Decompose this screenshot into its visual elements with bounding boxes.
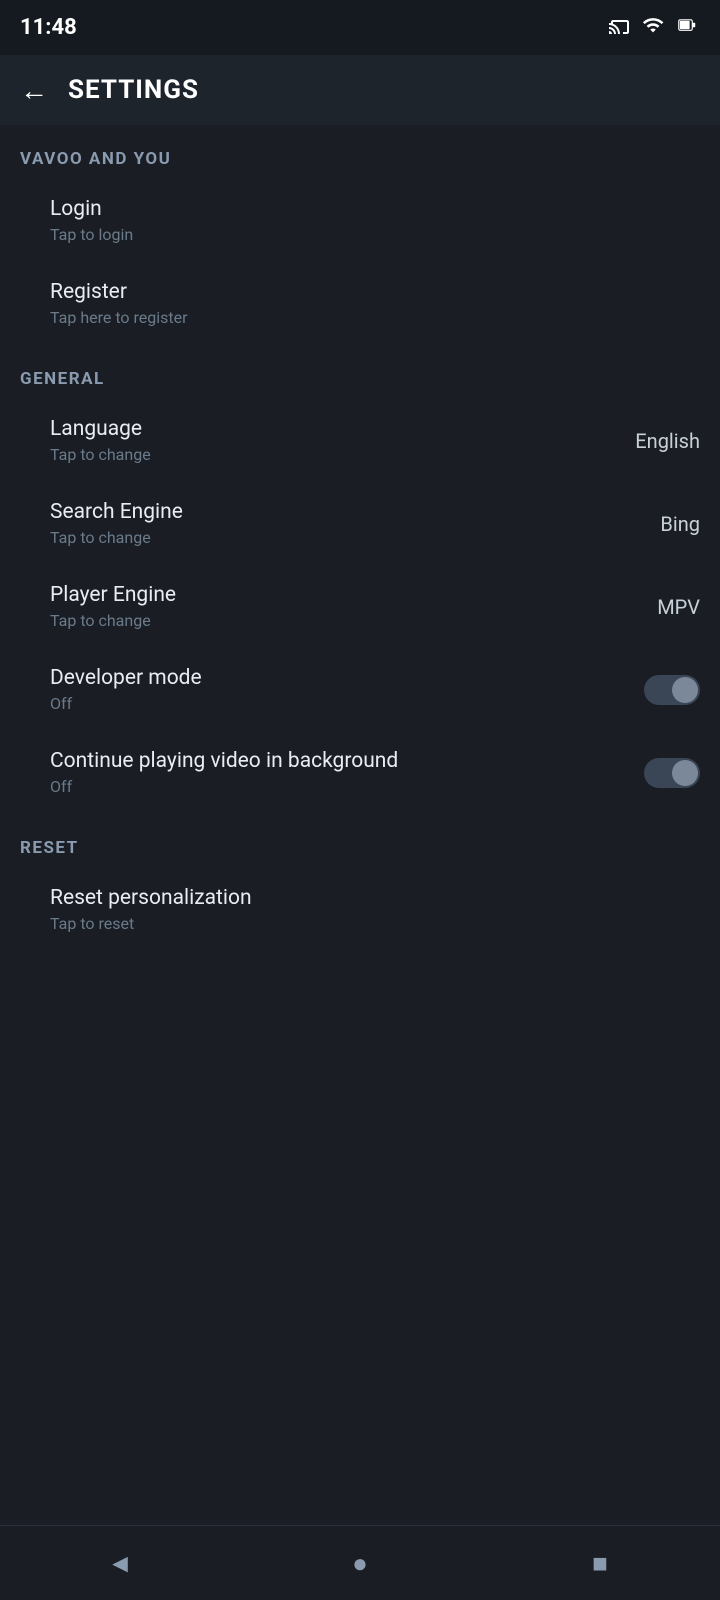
player-engine-value: MPV — [657, 595, 700, 619]
player-engine-subtitle: Tap to change — [50, 611, 176, 630]
language-title: Language — [50, 417, 151, 441]
section-header-reset: RESET — [0, 814, 720, 868]
language-subtitle: Tap to change — [50, 445, 151, 464]
status-icons — [608, 13, 700, 42]
page-title: SETTINGS — [68, 75, 199, 105]
register-title: Register — [50, 280, 188, 304]
login-title: Login — [50, 197, 133, 221]
settings-item-register[interactable]: Register Tap here to register — [0, 262, 720, 345]
search-engine-subtitle: Tap to change — [50, 528, 183, 547]
continue-playing-title: Continue playing video in background — [50, 749, 398, 773]
cast-icon — [608, 13, 632, 42]
developer-mode-title: Developer mode — [50, 666, 202, 690]
search-engine-title: Search Engine — [50, 500, 183, 524]
register-subtitle: Tap here to register — [50, 308, 188, 327]
reset-personalization-title: Reset personalization — [50, 886, 252, 910]
developer-mode-status: Off — [50, 694, 202, 713]
settings-item-search-engine[interactable]: Search Engine Tap to change Bing — [0, 482, 720, 565]
nav-back-button[interactable]: ◄ — [90, 1533, 150, 1593]
settings-content: VAVOO AND YOU Login Tap to login Registe… — [0, 125, 720, 1525]
wifi-icon — [642, 14, 664, 41]
continue-playing-toggle[interactable] — [644, 758, 700, 788]
nav-recent-button[interactable]: ■ — [570, 1533, 630, 1593]
back-button[interactable]: ← — [20, 74, 48, 107]
reset-personalization-subtitle: Tap to reset — [50, 914, 252, 933]
battery-icon — [674, 16, 700, 39]
toolbar: ← SETTINGS — [0, 55, 720, 125]
settings-item-language[interactable]: Language Tap to change English — [0, 399, 720, 482]
settings-item-login[interactable]: Login Tap to login — [0, 179, 720, 262]
settings-item-reset-personalization[interactable]: Reset personalization Tap to reset — [0, 868, 720, 951]
section-header-vavoo: VAVOO AND YOU — [0, 125, 720, 179]
settings-item-continue-playing[interactable]: Continue playing video in background Off — [0, 731, 720, 814]
login-subtitle: Tap to login — [50, 225, 133, 244]
status-bar: 11:48 — [0, 0, 720, 55]
settings-item-player-engine[interactable]: Player Engine Tap to change MPV — [0, 565, 720, 648]
nav-bar: ◄ ● ■ — [0, 1525, 720, 1600]
language-value: English — [635, 429, 700, 453]
nav-home-button[interactable]: ● — [330, 1533, 390, 1593]
continue-playing-status: Off — [50, 777, 398, 796]
settings-item-developer-mode[interactable]: Developer mode Off — [0, 648, 720, 731]
developer-mode-toggle[interactable] — [644, 675, 700, 705]
player-engine-title: Player Engine — [50, 583, 176, 607]
status-time: 11:48 — [20, 15, 77, 40]
search-engine-value: Bing — [660, 512, 700, 536]
section-header-general: GENERAL — [0, 345, 720, 399]
